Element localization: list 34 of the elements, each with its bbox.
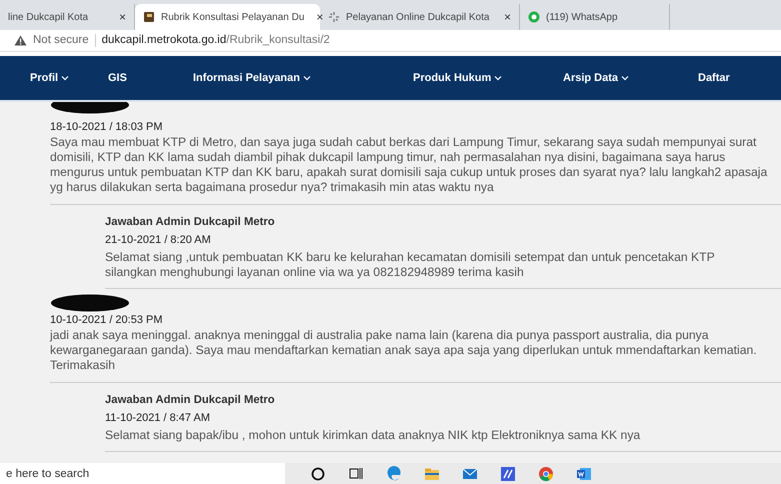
chrome-icon[interactable] <box>538 466 554 482</box>
nav-link[interactable]: Produk Hukum <box>413 70 563 86</box>
circle-icon[interactable] <box>310 466 326 482</box>
close-icon[interactable]: × <box>112 8 126 26</box>
post-message: Saya mau membuat KTP di Metro, dan saya juga sudah cabut berkas dari Lampung Timur, sekarang saya sudah mempunyai surat domisili, KTP dan KK lama sudah diambil pihak dukcapil lampung timur, nah permasalahan nya disini, bagaimana saya harus mengurus untuk pembuatan KTP dan KK baru, apakah surat domisili saja cukup untuk proses dan syarat nya? lalu langkah2 apasaja yg harus dilakukan serta bagaimana prosedur nya? trimakasih min atas waktu nya <box>50 135 768 195</box>
warning-icon[interactable] <box>14 35 27 46</box>
nav-link[interactable]: Informasi Pelayanan <box>193 70 413 86</box>
nav-link[interactable]: GIS <box>108 70 193 86</box>
reply-message: Selamat siang ,untuk pembuatan KK baru ke kelurahan kecamatan domisili setempat dan untuk pencetakan KTP silangkan menghubungi layanan online via wa ya 082182948989 terima kasih <box>105 250 716 280</box>
taskbar-search-field[interactable]: e here to search <box>0 463 285 484</box>
nav-link[interactable]: Profil <box>30 70 108 86</box>
task-view-icon[interactable] <box>348 466 364 482</box>
close-icon[interactable]: × <box>498 8 511 26</box>
book-icon <box>143 11 155 23</box>
browser-tab[interactable]: Rubrik Konsultasi Pelayanan Du × <box>135 4 320 30</box>
nav-link[interactable]: Arsip Data <box>563 70 698 86</box>
post-date: 10-10-2021 / 20:53 PM <box>50 313 164 327</box>
reply-message: Selamat siang bapak/ibu , mohon untuk kirimkan data anaknya NIK ktp Elektroniknya sama KK nya <box>105 428 642 443</box>
url-text[interactable]: dukcapil.metrokota.go.id/Rubrik_konsultasi/2 <box>102 32 330 50</box>
post-date: 18-10-2021 / 18:03 PM <box>50 120 164 134</box>
editor-icon[interactable] <box>500 466 516 482</box>
security-label[interactable]: Not secure <box>33 32 89 50</box>
chat-icon <box>528 11 540 23</box>
browser-icon[interactable] <box>386 466 402 482</box>
reply-author: Jawaban Admin Dukcapil Metro <box>105 215 276 230</box>
nav-link[interactable]: Daftar <box>698 70 730 86</box>
loading-icon <box>328 11 340 23</box>
reply-author: Jawaban Admin Dukcapil Metro <box>105 393 276 408</box>
reply-date: 21-10-2021 / 8:20 AM <box>105 233 212 247</box>
reply-date: 11-10-2021 / 8:47 AM <box>105 411 211 425</box>
mail-icon[interactable] <box>462 466 478 482</box>
post-message: jadi anak saya meninggal. anaknya meninggal di australia pake nama lain (karena dia punya passport australia, dia punya kewarganegaraan ganda). Saya mau mendaftarkan kematian anak saya apa saja yang diperlukan untuk mmendaftarkan kematian. Terimakasih <box>50 328 758 373</box>
folder-icon[interactable] <box>424 466 440 482</box>
document-icon[interactable] <box>576 466 592 482</box>
